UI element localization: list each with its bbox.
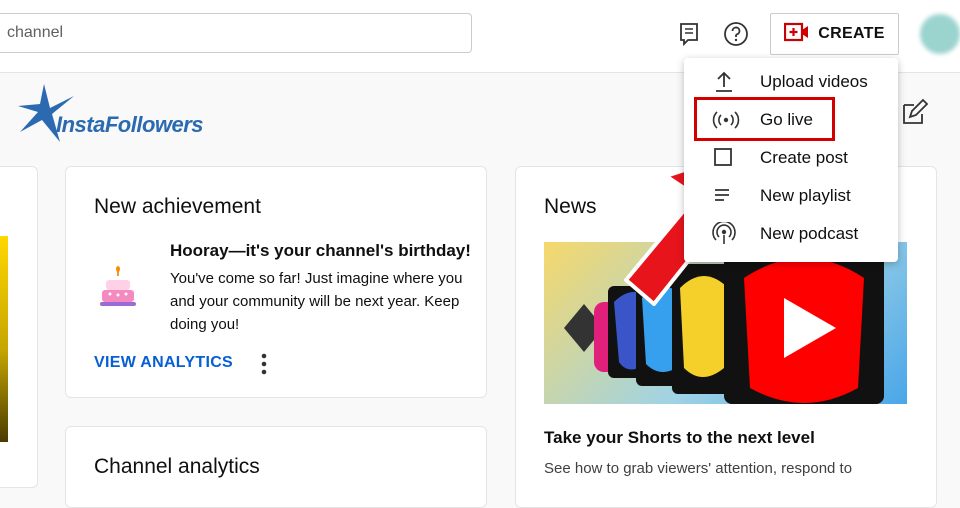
upload-icon <box>712 70 736 94</box>
logo-text: InstaFollowers <box>56 112 204 137</box>
color-gradient-preview <box>0 236 8 442</box>
create-button[interactable]: CREATE <box>770 13 899 55</box>
news-caption[interactable]: Take your Shorts to the next level <box>544 428 815 448</box>
achievement-headline: Hooray—it's your channel's birthday! <box>170 241 471 260</box>
achievement-body: You've come so far! Just imagine where y… <box>170 270 463 333</box>
more-options-icon[interactable] <box>254 350 274 378</box>
menu-item-label: Create post <box>760 148 848 167</box>
go-live-highlight-box <box>694 97 835 141</box>
feedback-icon[interactable] <box>672 17 706 51</box>
podcast-icon <box>712 220 736 246</box>
edit-icon[interactable] <box>897 96 931 130</box>
create-video-icon <box>784 22 810 47</box>
post-icon <box>712 146 736 170</box>
menu-item-label: Upload videos <box>760 72 868 91</box>
create-label: CREATE <box>818 25 885 42</box>
birthday-cake-icon <box>96 266 140 310</box>
analytics-card-title: Channel analytics <box>94 455 260 478</box>
brand-logo: InstaFollowers <box>16 82 204 144</box>
menu-item-upload-videos[interactable]: Upload videos <box>684 63 898 101</box>
avatar[interactable] <box>920 14 960 54</box>
news-subtext: See how to grab viewers' attention, resp… <box>544 460 853 477</box>
search-input[interactable] <box>5 23 449 43</box>
create-dropdown-menu: Upload videos Go live Create post New pl… <box>684 58 898 262</box>
menu-item-new-podcast[interactable]: New podcast <box>684 215 898 253</box>
menu-item-label: New podcast <box>760 224 859 243</box>
menu-item-new-playlist[interactable]: New playlist <box>684 177 898 215</box>
view-analytics-link[interactable]: VIEW ANALYTICS <box>94 354 233 372</box>
menu-item-label: New playlist <box>760 186 851 205</box>
news-card-title: News <box>544 195 597 218</box>
help-icon[interactable] <box>719 17 753 51</box>
achievement-card-title: New achievement <box>94 195 261 218</box>
playlist-icon <box>712 184 736 208</box>
search-box[interactable] <box>0 13 472 53</box>
menu-item-create-post[interactable]: Create post <box>684 139 898 177</box>
